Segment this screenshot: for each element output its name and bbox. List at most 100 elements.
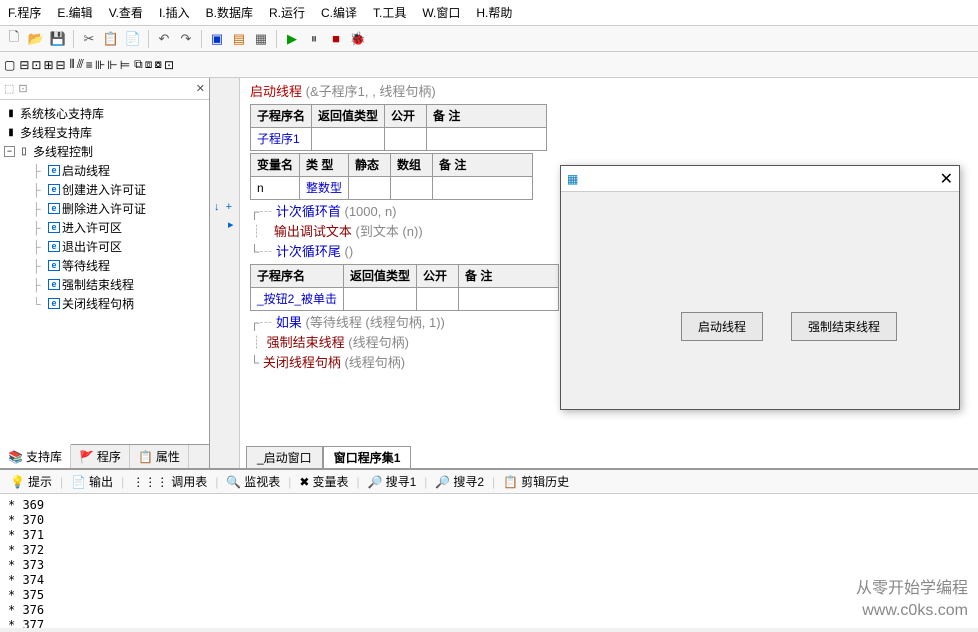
tree-item-close-handle[interactable]: └e关闭线程句柄 [4,294,205,313]
tree-item-wait[interactable]: ├e等待线程 [4,256,205,275]
e-icon: e [48,241,60,252]
tab-program[interactable]: 🚩程序 [71,445,130,468]
e-icon: e [48,165,60,176]
e-icon: e [48,260,60,271]
menu-item-insert[interactable]: I.插入 [155,2,194,23]
force-end-thread-button[interactable]: 强制结束线程 [791,312,897,341]
paste-icon[interactable]: 📄 [123,29,143,49]
code-gutter [210,78,240,468]
output-line: * 370 [8,513,970,528]
library-tree[interactable]: ▮系统核心支持库 ▮多线程支持库 −▯多线程控制 ├e启动线程 ├e创建进入许可… [0,100,209,444]
tab-variables[interactable]: ✖变量表 [293,471,354,492]
debug-icon[interactable]: 🐞 [348,29,368,49]
tab-clip-history[interactable]: 📋剪辑历史 [497,471,575,492]
menu-item-file[interactable]: F.程序 [4,2,45,23]
panel-tool2-icon[interactable]: ⊡ [18,82,27,95]
new-icon[interactable]: 🗋 [4,29,24,49]
align3-icon[interactable]: ⊞ [43,58,53,72]
save-icon[interactable]: 💾 [48,29,68,49]
panel-tool1-icon[interactable]: ⬚ [4,82,14,95]
copy-icon[interactable]: 📋 [101,29,121,49]
list-icon: 📋 [138,450,153,464]
menu-item-view[interactable]: V.查看 [105,2,147,23]
subroutine-table-1[interactable]: 子程序名返回值类型公开备 注 子程序1 [250,104,547,151]
spacing5-icon[interactable]: ⊩ [107,58,117,72]
subroutine-table-2[interactable]: 子程序名返回值类型公开备 注 _按钮2_被单击 [250,264,559,311]
panel-close-icon[interactable]: ✕ [196,82,205,95]
output-line: * 372 [8,543,970,558]
tree-item-exit-permit[interactable]: ├e退出许可区 [4,237,205,256]
tree-root-core[interactable]: ▮系统核心支持库 [4,104,205,123]
menu-item-compile[interactable]: C.编译 [317,2,361,23]
tree-item-force-end[interactable]: ├e强制结束线程 [4,275,205,294]
bottom-panel: 💡提示 | 📄输出 | ⋮⋮⋮调用表 | 🔍监视表 | ✖变量表 | 🔎搜寻1 … [0,468,978,628]
tab-output[interactable]: 📄输出 [65,471,119,492]
tree-root-thread[interactable]: ▮多线程支持库 [4,123,205,142]
spacing2-icon[interactable]: ⫻ [77,57,84,72]
size3-icon[interactable]: ⧇ [154,57,162,72]
runtime-dialog[interactable]: ▦ ✕ 启动线程 强制结束线程 [560,165,960,410]
menu-item-edit[interactable]: E.编辑 [53,2,96,23]
tab-property[interactable]: 📋属性 [130,445,189,468]
window2-icon[interactable]: ▤ [229,29,249,49]
align2-icon[interactable]: ⊡ [31,58,41,72]
menu-item-run[interactable]: R.运行 [265,2,309,23]
editor-tabs: _启动窗口 窗口程序集1 [246,446,411,468]
window1-icon[interactable]: ▣ [207,29,227,49]
tree-item-delete-permit[interactable]: ├e删除进入许可证 [4,199,205,218]
left-toolbar: ⬚ ⊡ ✕ [0,78,209,100]
align4-icon[interactable]: ⊟ [56,58,66,72]
tool-a-icon[interactable]: ▢ [4,58,15,72]
stack-icon: ⋮⋮⋮ [132,475,168,489]
tree-group-threadctrl[interactable]: −▯多线程控制 [4,142,205,161]
find-icon: 🔎 [368,475,383,489]
output-line: * 376 [8,603,970,618]
tab-watch[interactable]: 🔍监视表 [220,471,286,492]
tab-hint[interactable]: 💡提示 [4,471,58,492]
tab-library[interactable]: 📚支持库 [0,444,71,468]
menu-item-window[interactable]: W.窗口 [418,2,464,23]
size4-icon[interactable]: ⊡ [164,58,174,72]
menu-item-tools[interactable]: T.工具 [369,2,410,23]
tab-startup-window[interactable]: _启动窗口 [246,446,323,468]
cut-icon[interactable]: ✂ [79,29,99,49]
hint-icon: 💡 [10,475,25,489]
dialog-titlebar[interactable]: ▦ ✕ [561,166,959,192]
start-thread-button[interactable]: 启动线程 [681,312,763,341]
output-content[interactable]: * 369 * 370 * 371 * 372 * 373 * 374 * 37… [0,494,978,628]
close-icon[interactable]: ✕ [940,169,953,189]
menu-item-help[interactable]: H.帮助 [472,2,516,23]
menu-item-database[interactable]: B.数据库 [202,2,257,23]
window3-icon[interactable]: ▦ [251,29,271,49]
size2-icon[interactable]: ⧈ [145,57,153,72]
open-icon[interactable]: 📂 [26,29,46,49]
size1-icon[interactable]: ⧉ [134,57,143,72]
toolbar-main: 🗋 📂 💾 ✂ 📋 📄 ↶ ↷ ▣ ▤ ▦ ▶ ⏸ ■ 🐞 [0,26,978,52]
undo-icon[interactable]: ↶ [154,29,174,49]
search-icon: 🔍 [226,475,241,489]
breakpoint-marker[interactable]: ▸ [228,216,234,234]
tree-item-enter-permit[interactable]: ├e进入许可区 [4,218,205,237]
tab-callstack[interactable]: ⋮⋮⋮调用表 [126,471,213,492]
tab-search1[interactable]: 🔎搜寻1 [362,471,423,492]
redo-icon[interactable]: ↷ [176,29,196,49]
variable-table[interactable]: 变量名类 型静态数组备 注 n整数型 [250,153,533,200]
spacing3-icon[interactable]: ≡ [86,58,93,72]
fold-markers[interactable]: ↓ + [214,198,232,216]
tab-window-procset[interactable]: 窗口程序集1 [323,446,412,468]
tree-item-start[interactable]: ├e启动线程 [4,161,205,180]
tree-item-create-permit[interactable]: ├e创建进入许可证 [4,180,205,199]
book-icon: 📚 [8,450,23,464]
pause-icon[interactable]: ⏸ [304,29,324,49]
output-line: * 374 [8,573,970,588]
output-line: * 369 [8,498,970,513]
spacing1-icon[interactable]: ⫴ [70,57,75,72]
spacing6-icon[interactable]: ⊨ [120,58,130,72]
code-line[interactable]: 启动线程 (&子程序1, , 线程句柄) [250,82,974,102]
spacing4-icon[interactable]: ⊪ [95,58,105,72]
align1-icon[interactable]: ⊟ [19,58,29,72]
collapse-icon[interactable]: − [4,146,15,157]
run-icon[interactable]: ▶ [282,29,302,49]
stop-icon[interactable]: ■ [326,29,346,49]
tab-search2[interactable]: 🔎搜寻2 [429,471,490,492]
